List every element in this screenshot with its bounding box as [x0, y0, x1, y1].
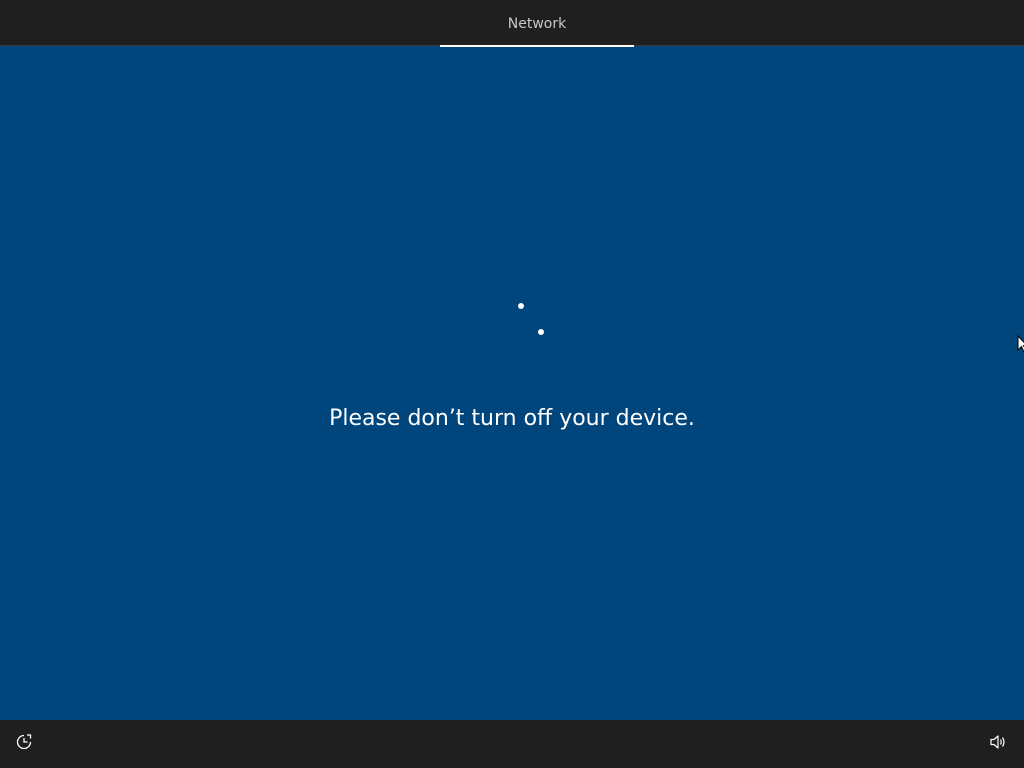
- ease-of-access-icon: [15, 733, 33, 755]
- status-message: Please don’t turn off your device.: [329, 406, 695, 431]
- tab-label: Network: [507, 16, 567, 32]
- loading-spinner: [0, 47, 1024, 720]
- setup-progress-screen: Please don’t turn off your device.: [0, 47, 1024, 720]
- top-bar: Network: [0, 0, 1024, 47]
- tab-network: Network: [440, 0, 634, 47]
- spinner-dot: [518, 303, 524, 309]
- bottom-bar: [0, 720, 1024, 768]
- ease-of-access-button[interactable]: [14, 734, 34, 754]
- volume-button[interactable]: [988, 734, 1008, 754]
- volume-icon: [989, 733, 1007, 755]
- spinner-dot: [538, 329, 544, 335]
